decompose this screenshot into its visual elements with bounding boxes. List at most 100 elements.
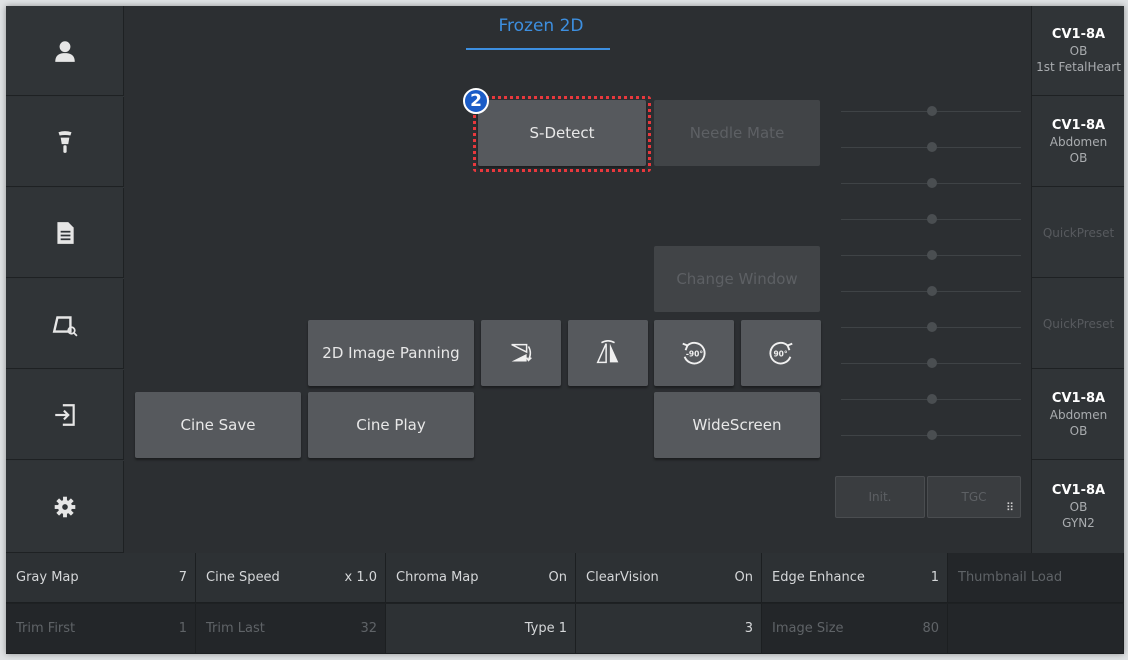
tgc-init-button[interactable]: Init. [835, 476, 925, 518]
flip-vertical-icon [596, 340, 619, 364]
report-button[interactable] [6, 188, 124, 278]
image-review-icon [52, 315, 78, 337]
preset-app: Abdomen [1049, 134, 1108, 149]
s-detect-highlight [473, 96, 651, 172]
param-value: 80 [922, 621, 939, 636]
preset-button[interactable]: CV1-8A OB GYN2 [1032, 461, 1124, 553]
type-control[interactable]: Type 1 [386, 604, 576, 654]
flip-horizontal-icon [511, 343, 532, 362]
probe-button[interactable] [6, 97, 124, 187]
parameter-grid: Gray Map 7 Cine Speed x 1.0 Chroma Map On C… [6, 553, 1124, 654]
rotate-right-label: 90° [773, 349, 787, 358]
preset-probe: CV1-8A [1051, 26, 1106, 42]
param-value: 1 [178, 621, 187, 636]
tgc-slider[interactable] [841, 102, 1021, 120]
tgc-slider[interactable] [841, 246, 1021, 264]
widescreen-button[interactable]: WideScreen [654, 392, 820, 458]
tgc-toggle-button[interactable]: TGC ⠿ [927, 476, 1021, 518]
level-control[interactable]: 3 [576, 604, 762, 654]
preset-sidebar: CV1-8A OB 1st FetalHeart CV1-8A Abdomen … [1031, 6, 1124, 553]
cine-play-button[interactable]: Cine Play [308, 392, 474, 458]
param-label: Edge Enhance [772, 570, 865, 585]
empty-control [948, 604, 1124, 654]
quick-preset-button[interactable]: QuickPreset [1032, 279, 1124, 369]
param-label: Thumbnail Load [958, 570, 1063, 585]
preset-name: OB [1069, 150, 1088, 165]
probe-icon [58, 130, 71, 153]
exit-icon [54, 403, 75, 426]
image-size-control[interactable]: Image Size 80 [762, 604, 948, 654]
param-value: 7 [178, 570, 187, 585]
title-underline [466, 48, 610, 50]
rotate-left-icon: -90° [682, 341, 706, 365]
tgc-slider[interactable] [841, 282, 1021, 300]
cine-speed-control[interactable]: Cine Speed x 1.0 [196, 553, 386, 603]
preset-app: OB [1069, 43, 1088, 58]
tgc-slider[interactable] [841, 354, 1021, 372]
trim-last-control[interactable]: Trim Last 32 [196, 604, 386, 654]
rotate-right-icon: 90° [769, 341, 793, 365]
param-label: Trim First [16, 621, 76, 636]
grip-icon: ⠿ [1005, 501, 1014, 514]
needle-mate-button[interactable]: Needle Mate [654, 100, 820, 166]
exit-button[interactable] [6, 370, 124, 460]
quick-preset-button[interactable]: QuickPreset [1032, 188, 1124, 278]
chroma-map-control[interactable]: Chroma Map On [386, 553, 576, 603]
gear-icon [54, 496, 75, 517]
cine-save-button[interactable]: Cine Save [135, 392, 301, 458]
review-button[interactable] [6, 279, 124, 369]
gray-map-control[interactable]: Gray Map 7 [6, 553, 196, 603]
change-window-button[interactable]: Change Window [654, 246, 820, 312]
param-value: 1 [930, 570, 939, 585]
patient-button[interactable] [6, 6, 124, 96]
preset-app: OB [1069, 500, 1088, 514]
user-icon [54, 40, 75, 62]
rotate-left-button[interactable]: -90° [654, 320, 734, 386]
edge-enhance-control[interactable]: Edge Enhance 1 [762, 553, 948, 603]
document-icon [56, 221, 74, 244]
thumbnail-load-control[interactable]: Thumbnail Load [948, 553, 1124, 603]
left-sidebar [6, 6, 124, 553]
param-label: Image Size [772, 621, 844, 636]
preset-name: OB [1069, 423, 1088, 438]
tgc-slider[interactable] [841, 210, 1021, 228]
tgc-slider[interactable] [841, 426, 1021, 444]
param-value: 32 [360, 621, 377, 636]
preset-app: Abdomen [1049, 407, 1108, 422]
tgc-label: TGC [961, 490, 987, 504]
tgc-slider[interactable] [841, 138, 1021, 156]
tgc-slider[interactable] [841, 174, 1021, 192]
preset-probe: CV1-8A [1051, 390, 1106, 406]
settings-button[interactable] [6, 461, 124, 553]
preset-name: 1st FetalHeart [1036, 59, 1121, 74]
flip-horizontal-button[interactable] [481, 320, 561, 386]
param-value: x 1.0 [344, 570, 378, 585]
preset-name: GYN2 [1062, 516, 1095, 530]
preset-button[interactable]: CV1-8A Abdomen OB [1032, 97, 1124, 187]
preset-button[interactable]: CV1-8A Abdomen OB [1032, 370, 1124, 460]
param-label: Cine Speed [206, 570, 280, 585]
preset-button[interactable]: CV1-8A OB 1st FetalHeart [1032, 6, 1124, 96]
param-value: On [548, 570, 567, 585]
ultrasound-touch-panel: Frozen 2D S-Detect 2 Needle Mate Change … [6, 6, 1124, 654]
flip-vertical-button[interactable] [568, 320, 648, 386]
param-value: 3 [744, 621, 753, 636]
param-value: On [734, 570, 753, 585]
quick-preset-label: QuickPreset [1042, 225, 1115, 240]
tgc-slider[interactable] [841, 390, 1021, 408]
rotate-left-label: -90° [686, 349, 704, 358]
param-value: Type 1 [524, 621, 567, 636]
param-label: Trim Last [206, 621, 265, 636]
rotate-right-button[interactable]: 90° [741, 320, 821, 386]
page-title: Frozen 2D [498, 16, 584, 36]
tgc-sliders [841, 102, 1021, 452]
image-panning-button[interactable]: 2D Image Panning [308, 320, 474, 386]
trim-first-control[interactable]: Trim First 1 [6, 604, 196, 654]
preset-probe: CV1-8A [1051, 117, 1106, 133]
preset-probe: CV1-8A [1051, 483, 1106, 498]
param-label: Chroma Map [396, 570, 479, 585]
tgc-slider[interactable] [841, 318, 1021, 336]
quick-preset-label: QuickPreset [1042, 316, 1115, 331]
param-label: Gray Map [16, 570, 79, 585]
clearvision-control[interactable]: ClearVision On [576, 553, 762, 603]
